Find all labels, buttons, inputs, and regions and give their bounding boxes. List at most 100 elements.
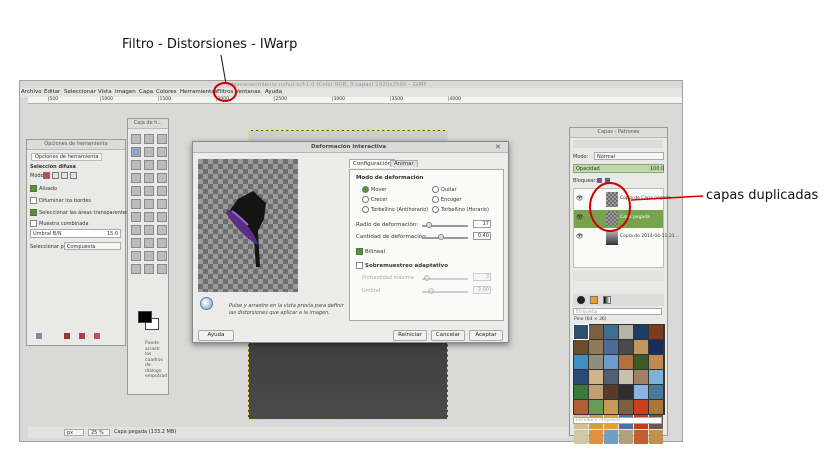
menu-vista[interactable]: Vista <box>98 89 112 95</box>
option-feather[interactable]: Difuminar los bordes <box>30 197 91 204</box>
radius-slider-knob[interactable] <box>426 222 432 228</box>
pattern-swatch[interactable] <box>574 400 588 414</box>
pattern-swatch[interactable] <box>604 400 618 414</box>
pattern-swatch[interactable] <box>604 355 618 369</box>
close-icon[interactable]: ✕ <box>495 143 501 151</box>
clone-icon[interactable] <box>157 251 167 261</box>
ellipse-select-icon[interactable] <box>144 134 154 144</box>
rotate-icon[interactable] <box>157 186 167 196</box>
pattern-swatch[interactable] <box>604 325 618 339</box>
lock-pixels-icon[interactable] <box>597 178 602 183</box>
menu-seleccionar[interactable]: Seleccionar <box>64 89 96 95</box>
option-sample-merged[interactable]: Muestra combinada <box>30 220 89 227</box>
threshold-field[interactable]: Umbral B/N 15.0 <box>30 229 121 238</box>
cancel-button[interactable]: Cancelar <box>431 330 465 341</box>
pattern-swatch[interactable] <box>649 370 663 384</box>
color-picker-icon[interactable] <box>157 160 167 170</box>
pattern-swatch[interactable] <box>634 340 648 354</box>
pattern-swatch[interactable] <box>573 324 589 340</box>
pattern-swatch[interactable] <box>604 340 618 354</box>
pattern-swatch[interactable] <box>619 325 633 339</box>
text-icon[interactable] <box>157 212 167 222</box>
warp-preview[interactable] <box>198 159 298 292</box>
paintbrush-icon[interactable] <box>131 238 141 248</box>
menu-ayuda[interactable]: Ayuda <box>265 89 282 95</box>
restore-icon[interactable] <box>36 333 42 339</box>
tab-animar[interactable]: Animar <box>390 160 418 167</box>
pattern-swatch[interactable] <box>619 370 633 384</box>
scissors-icon[interactable] <box>157 147 167 157</box>
move-icon[interactable] <box>157 173 167 183</box>
pattern-swatch[interactable] <box>634 370 648 384</box>
pattern-swatch[interactable] <box>649 400 663 414</box>
gradients-tab-icon[interactable] <box>603 296 611 304</box>
eraser-icon[interactable] <box>144 238 154 248</box>
dodge-icon[interactable] <box>157 264 167 274</box>
save-icon[interactable] <box>64 333 70 339</box>
layer-row[interactable]: 👁 Copia de Capa pegada <box>574 191 671 209</box>
mode-button-add[interactable] <box>52 172 59 179</box>
pattern-swatch[interactable] <box>604 370 618 384</box>
menu-capa[interactable]: Capa <box>139 89 153 95</box>
pattern-tag-filter[interactable]: Etiqueta <box>573 308 662 315</box>
pattern-swatch[interactable] <box>589 340 603 354</box>
blur-icon[interactable] <box>131 264 141 274</box>
delete-icon[interactable] <box>79 333 85 339</box>
layer-row-selected[interactable]: 👁 Capa pegada <box>574 210 663 228</box>
pattern-swatch[interactable] <box>589 355 603 369</box>
amount-spin[interactable]: 0.40 <box>473 232 491 240</box>
pattern-swatch[interactable] <box>574 355 588 369</box>
pattern-swatch[interactable] <box>574 340 588 354</box>
opacity-field[interactable]: Opacidad 100.0 <box>573 164 664 173</box>
smudge-icon[interactable] <box>144 264 154 274</box>
option-antialias[interactable]: Alisado <box>30 185 57 192</box>
pattern-swatch[interactable] <box>634 400 648 414</box>
menu-filtros[interactable]: Filtros <box>217 89 233 95</box>
zoom-dropdown[interactable]: 25 % <box>88 429 110 436</box>
brushes-tab-icon[interactable] <box>577 296 585 304</box>
pattern-swatch[interactable] <box>604 385 618 399</box>
bilinear-checkbox[interactable]: Bilineal <box>356 248 385 255</box>
mode-shrink[interactable]: Encoger <box>432 196 461 203</box>
pattern-swatch[interactable] <box>634 325 648 339</box>
shear-icon[interactable] <box>144 199 154 209</box>
pattern-swatch[interactable] <box>619 400 633 414</box>
pattern-swatch[interactable] <box>574 370 588 384</box>
pattern-swatch[interactable] <box>634 385 648 399</box>
visibility-eye-icon[interactable]: 👁 <box>576 195 584 202</box>
radius-spin[interactable]: 17 <box>473 220 491 228</box>
mode-swirl-ccw[interactable]: Torbellino (Antihorario) <box>362 206 428 213</box>
mode-swirl-cw[interactable]: Torbellino (Horario) <box>432 206 489 213</box>
menu-imagen[interactable]: Imagen <box>115 89 136 95</box>
patterns-tab-icon[interactable] <box>590 296 598 304</box>
pattern-swatch[interactable] <box>589 325 603 339</box>
visibility-eye-icon[interactable]: 👁 <box>576 233 584 240</box>
pattern-swatch[interactable] <box>649 340 663 354</box>
pattern-swatch[interactable] <box>649 430 663 444</box>
pattern-swatch[interactable] <box>649 385 663 399</box>
pencil-icon[interactable] <box>157 225 167 235</box>
pattern-swatch[interactable] <box>634 355 648 369</box>
ok-button[interactable]: Aceptar <box>469 330 503 341</box>
pattern-swatch[interactable] <box>574 385 588 399</box>
option-transparent[interactable]: Seleccionar las áreas transparentes <box>30 209 128 216</box>
pattern-swatch[interactable] <box>619 355 633 369</box>
align-icon[interactable] <box>131 186 141 196</box>
measure-icon[interactable] <box>144 173 154 183</box>
amount-slider-knob[interactable] <box>438 234 444 240</box>
amount-slider[interactable] <box>422 237 468 239</box>
free-select-icon[interactable] <box>157 134 167 144</box>
reset-icon[interactable] <box>94 333 100 339</box>
pattern-tag-entry[interactable]: Introducir etiquetas <box>573 417 662 424</box>
ink-icon[interactable] <box>131 251 141 261</box>
layer-row[interactable]: 👁 Copia de 2014-04-11 21... <box>574 229 679 247</box>
scale-icon[interactable] <box>131 199 141 209</box>
fuzzy-select-icon[interactable] <box>131 147 141 157</box>
pattern-swatch[interactable] <box>619 340 633 354</box>
lock-alpha-icon[interactable] <box>605 178 610 183</box>
mode-remove[interactable]: Quitar <box>432 186 457 193</box>
pattern-swatch[interactable] <box>619 430 633 444</box>
pattern-swatch[interactable] <box>649 355 663 369</box>
select-by-dropdown[interactable]: Compuesta <box>64 242 121 250</box>
help-button[interactable]: Ayuda <box>198 330 234 341</box>
